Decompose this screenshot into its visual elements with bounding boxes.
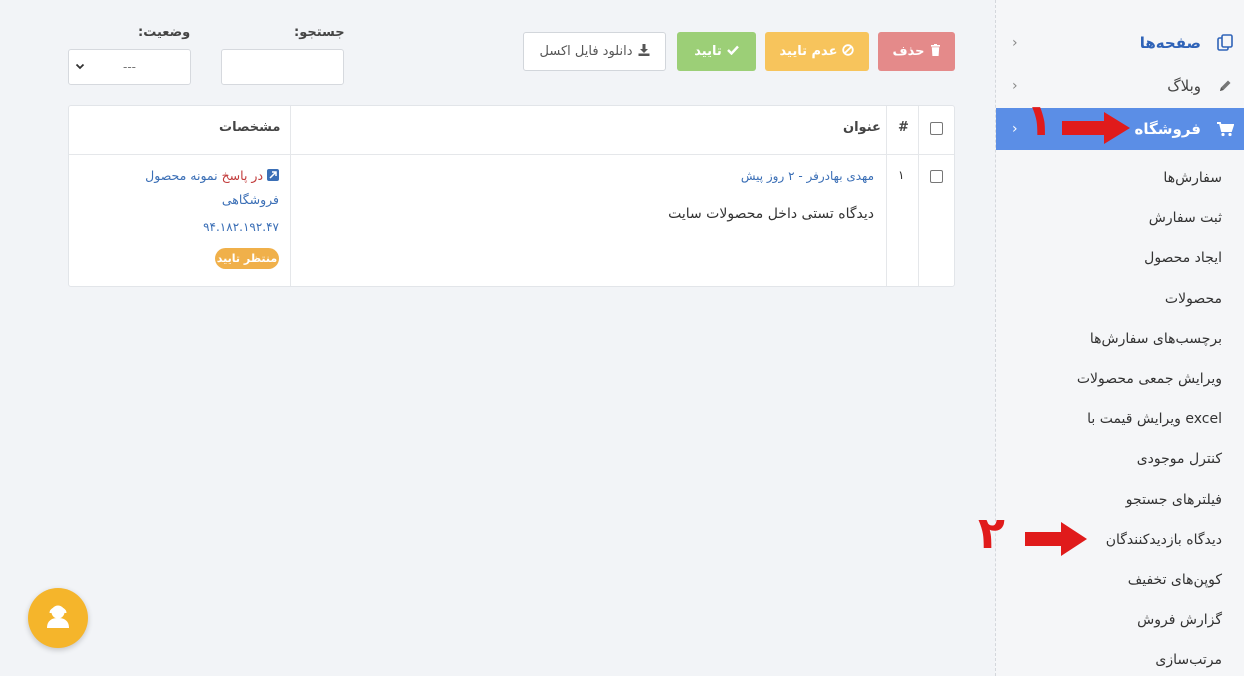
submenu-order-tags[interactable]: برچسب‌های سفارش‌ها [995,319,1244,359]
ban-icon [842,43,855,60]
download-excel-button[interactable]: دانلود فایل اکسل [523,32,666,71]
reply-prefix: در پاسخ [221,168,264,183]
status-badge: منتظر تایید [215,248,279,269]
download-icon [638,43,650,60]
chevron-left-icon: ‹ [1012,78,1018,94]
select-all-checkbox[interactable] [930,122,943,135]
submenu-stock-control[interactable]: کنترل موجودی [995,439,1244,479]
user-support-icon [44,602,72,634]
submenu-excel-price[interactable]: ویرایش قیمت با excel [995,399,1244,439]
sidebar-label-pages: صفحه‌ها [1139,34,1201,52]
annotation-arrow-1 [1062,112,1130,144]
column-divider [886,106,887,286]
reject-button[interactable]: عدم تایید [765,32,869,71]
pages-icon [1213,31,1237,55]
annotation-number-1: ۱ [1026,95,1053,146]
annotation-arrow-2 [1025,522,1087,556]
chevron-down-icon [75,60,85,74]
search-label: جستجو: [294,25,345,40]
approve-button[interactable]: تایید [677,32,756,71]
header-divider [69,154,954,155]
submenu-bulk-edit[interactable]: ویرایش جمعی محصولات [995,359,1244,399]
trash-icon [930,43,941,60]
header-title: عنوان [843,120,881,135]
column-divider [918,106,919,286]
support-button[interactable] [28,588,88,648]
chevron-left-icon: ‹ [1012,121,1018,137]
comment-text: دیدگاه تستی داخل محصولات سایت [668,206,874,222]
delete-button[interactable]: حذف [878,32,955,71]
product-name-line2: فروشگاهی [221,192,279,207]
check-icon [726,44,739,59]
submenu-products[interactable]: محصولات [995,279,1244,319]
submenu-new-order[interactable]: ثبت سفارش [995,198,1244,238]
shop-submenu: سفارش‌ها ثبت سفارش ایجاد محصول محصولات ب… [995,158,1244,676]
submenu-orders[interactable]: سفارش‌ها [995,158,1244,198]
ip-address: ۹۴.۱۸۲.۱۹۲.۴۷ [203,220,279,234]
submenu-create-product[interactable]: ایجاد محصول [995,238,1244,278]
row-index: ۱ [898,168,905,182]
reply-to-product[interactable]: در پاسخ نمونه محصول فروشگاهی [119,164,279,212]
search-input[interactable] [221,49,344,85]
header-details: مشخصات [219,120,281,135]
cart-icon [1213,117,1237,141]
row-checkbox[interactable] [930,170,943,183]
comment-author[interactable]: مهدی بهادرفر - ۲ روز پیش [741,169,874,183]
header-hash: # [898,120,909,135]
sidebar-label-blog: وبلاگ [1167,77,1201,95]
product-name-line1: نمونه محصول [145,168,218,183]
annotation-number-2: ۲ [978,508,1005,559]
column-divider [290,106,291,286]
chevron-left-icon: ‹ [1012,35,1018,51]
submenu-search-filters[interactable]: فیلترهای جستجو [995,480,1244,520]
pencil-icon [1213,74,1237,98]
submenu-sales-report[interactable]: گزارش فروش [995,600,1244,640]
sidebar-label-shop: فروشگاه [1134,120,1201,138]
status-select[interactable]: --- [68,49,191,85]
submenu-sorting[interactable]: مرتب‌سازی [995,640,1244,676]
external-link-icon [263,168,279,183]
submenu-discount-coupons[interactable]: کوپن‌های تخفیف [995,560,1244,600]
status-label: وضعیت: [138,25,191,40]
comments-table: # عنوان مشخصات ۱ مهدی بهادرفر - ۲ روز پی… [68,105,955,287]
sidebar-item-pages[interactable]: صفحه‌ها ‹ [996,22,1244,64]
